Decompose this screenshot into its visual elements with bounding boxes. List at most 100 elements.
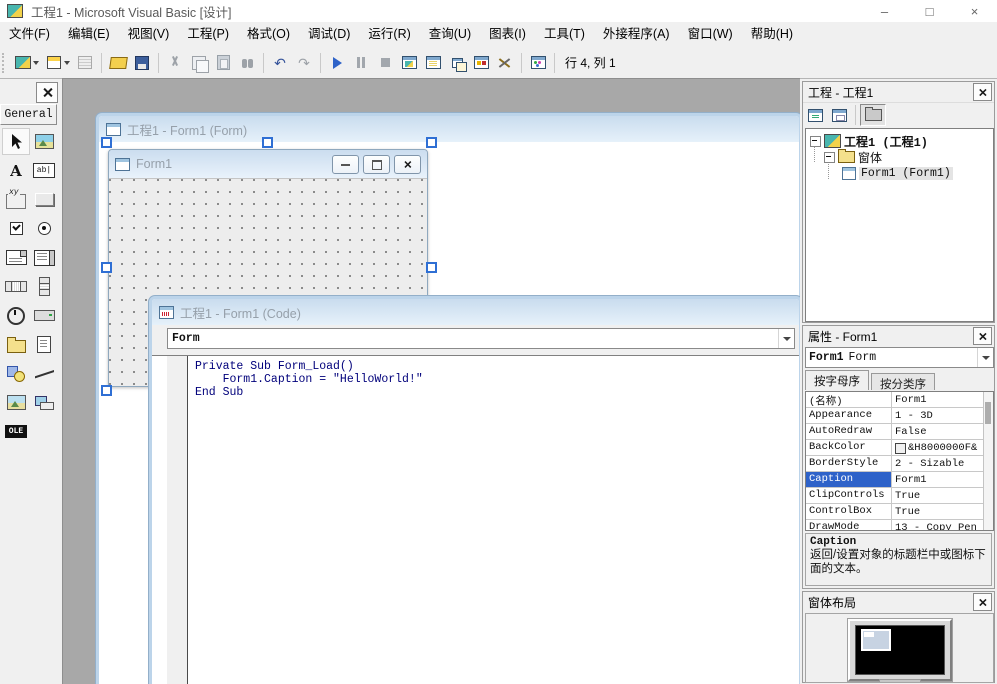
collapse-icon[interactable]	[824, 152, 835, 163]
cut-button[interactable]	[163, 51, 187, 74]
form-position-thumbnail[interactable]	[861, 629, 891, 651]
tool-listbox[interactable]	[31, 245, 57, 270]
properties-titlebar[interactable]: 属性 - Form1	[803, 326, 994, 346]
menu-query[interactable]: 查询(U)	[420, 22, 480, 47]
tool-pointer[interactable]	[2, 128, 30, 155]
property-value[interactable]: &H8000000F&	[892, 440, 993, 455]
tool-checkbox[interactable]	[3, 216, 29, 241]
tree-item-form1[interactable]: Form1 (Form1)	[806, 165, 993, 181]
combobox-dropdown-button[interactable]	[977, 348, 993, 367]
view-code-button[interactable]	[803, 105, 827, 125]
selection-handle-top-middle[interactable]	[262, 137, 273, 148]
form-designer-titlebar[interactable]: 工程1 - Form1 (Form)	[99, 116, 799, 142]
tree-item-project[interactable]: 工程1 (工程1)	[806, 133, 993, 149]
menu-view[interactable]: 视图(V)	[119, 22, 179, 47]
toolbox-general-tab[interactable]: General	[0, 104, 57, 125]
toolbox-button[interactable]	[493, 51, 517, 74]
menu-run[interactable]: 运行(R)	[359, 22, 419, 47]
object-browser-button[interactable]	[469, 51, 493, 74]
collapse-icon[interactable]	[810, 136, 821, 147]
menu-editor-button[interactable]	[73, 51, 97, 74]
selection-handle-top-left[interactable]	[101, 137, 112, 148]
menu-tools[interactable]: 工具(T)	[535, 22, 594, 47]
properties-scrollbar[interactable]	[983, 392, 993, 530]
paste-button[interactable]	[211, 51, 235, 74]
code-editor[interactable]: Private Sub Form_Load() Form1.Caption = …	[152, 355, 799, 684]
menu-format[interactable]: 格式(O)	[238, 22, 299, 47]
maximize-button[interactable]: □	[907, 0, 952, 22]
menu-file[interactable]: 文件(F)	[0, 22, 59, 47]
tool-picturebox[interactable]	[31, 129, 57, 154]
form-minimize-button[interactable]	[332, 155, 359, 174]
design-form-titlebar[interactable]: Form1	[109, 150, 427, 178]
tool-data[interactable]	[31, 390, 57, 415]
property-row-selected[interactable]: CaptionForm1	[806, 472, 993, 488]
selection-handle-bottom-left[interactable]	[101, 385, 112, 396]
tool-timer[interactable]	[3, 303, 29, 328]
tree-item-forms-folder[interactable]: 窗体	[806, 149, 993, 165]
property-value[interactable]: False	[892, 424, 993, 439]
menu-diagram[interactable]: 图表(I)	[480, 22, 535, 47]
menu-help[interactable]: 帮助(H)	[742, 22, 802, 47]
tab-categorized[interactable]: 按分类序	[871, 373, 935, 390]
property-value[interactable]: 13 - Copy Pen	[892, 520, 993, 531]
property-value[interactable]: 2 - Sizable	[892, 456, 993, 471]
property-row[interactable]: DrawMode13 - Copy Pen	[806, 520, 993, 531]
undo-button[interactable]: ↶	[268, 51, 292, 74]
break-button[interactable]	[349, 51, 373, 74]
add-project-button[interactable]	[11, 51, 35, 74]
property-row[interactable]: AutoRedrawFalse	[806, 424, 993, 440]
menu-debug[interactable]: 调试(D)	[299, 22, 359, 47]
menu-addins[interactable]: 外接程序(A)	[594, 22, 679, 47]
minimize-button[interactable]: –	[862, 0, 907, 22]
code-window-titlebar[interactable]: 工程1 - Form1 (Code)	[152, 299, 799, 325]
tool-image[interactable]	[3, 390, 29, 415]
selection-handle-top-right[interactable]	[426, 137, 437, 148]
copy-button[interactable]	[187, 51, 211, 74]
view-object-button[interactable]	[827, 105, 851, 125]
tool-hscrollbar[interactable]	[3, 274, 29, 299]
property-row[interactable]: (名称)Form1	[806, 392, 993, 408]
menu-project[interactable]: 工程(P)	[178, 22, 238, 47]
tool-textbox[interactable]: ab|	[31, 158, 57, 183]
property-row[interactable]: ClipControlsTrue	[806, 488, 993, 504]
tool-frame[interactable]: xy	[3, 187, 29, 212]
tool-label[interactable]: A	[3, 158, 29, 183]
find-button[interactable]	[235, 51, 259, 74]
code-text[interactable]: Private Sub Form_Load() Form1.Caption = …	[195, 360, 423, 399]
object-combobox[interactable]: Form	[167, 328, 795, 349]
code-window[interactable]: 工程1 - Form1 (Code) Form Private Sub Form…	[149, 296, 801, 684]
redo-button[interactable]: ↷	[292, 51, 316, 74]
property-row[interactable]: BorderStyle2 - Sizable	[806, 456, 993, 472]
menu-edit[interactable]: 编辑(E)	[59, 22, 119, 47]
property-value[interactable]: True	[892, 488, 993, 503]
combobox-dropdown-button[interactable]	[778, 329, 794, 348]
scrollbar-thumb[interactable]	[985, 402, 991, 424]
tool-line[interactable]	[31, 361, 57, 386]
form-maximize-button[interactable]	[363, 155, 390, 174]
form-close-button[interactable]	[394, 155, 421, 174]
property-value[interactable]: Form1	[892, 392, 993, 407]
properties-window-button[interactable]	[421, 51, 445, 74]
project-explorer-close-button[interactable]	[973, 83, 992, 101]
tool-shape[interactable]	[3, 361, 29, 386]
save-button[interactable]	[130, 51, 154, 74]
tool-drivelistbox[interactable]	[31, 303, 57, 328]
data-view-button[interactable]	[526, 51, 550, 74]
project-explorer-button[interactable]	[397, 51, 421, 74]
form-layout-button[interactable]	[445, 51, 469, 74]
toolbar-grip[interactable]	[2, 53, 8, 73]
form-layout-close-button[interactable]	[973, 593, 992, 611]
property-row[interactable]: BackColor&H8000000F&	[806, 440, 993, 456]
tool-dirlistbox[interactable]	[3, 332, 29, 357]
property-row[interactable]: Appearance1 - 3D	[806, 408, 993, 424]
tool-ole[interactable]: OLE	[3, 419, 29, 444]
selection-handle-middle-left[interactable]	[101, 262, 112, 273]
tool-combobox[interactable]	[3, 245, 29, 270]
tool-commandbutton[interactable]	[31, 187, 57, 212]
tool-vscrollbar[interactable]	[31, 274, 57, 299]
form-layout-titlebar[interactable]: 窗体布局	[803, 592, 994, 612]
property-value[interactable]: 1 - 3D	[892, 408, 993, 423]
property-row[interactable]: ControlBoxTrue	[806, 504, 993, 520]
start-button[interactable]	[325, 51, 349, 74]
